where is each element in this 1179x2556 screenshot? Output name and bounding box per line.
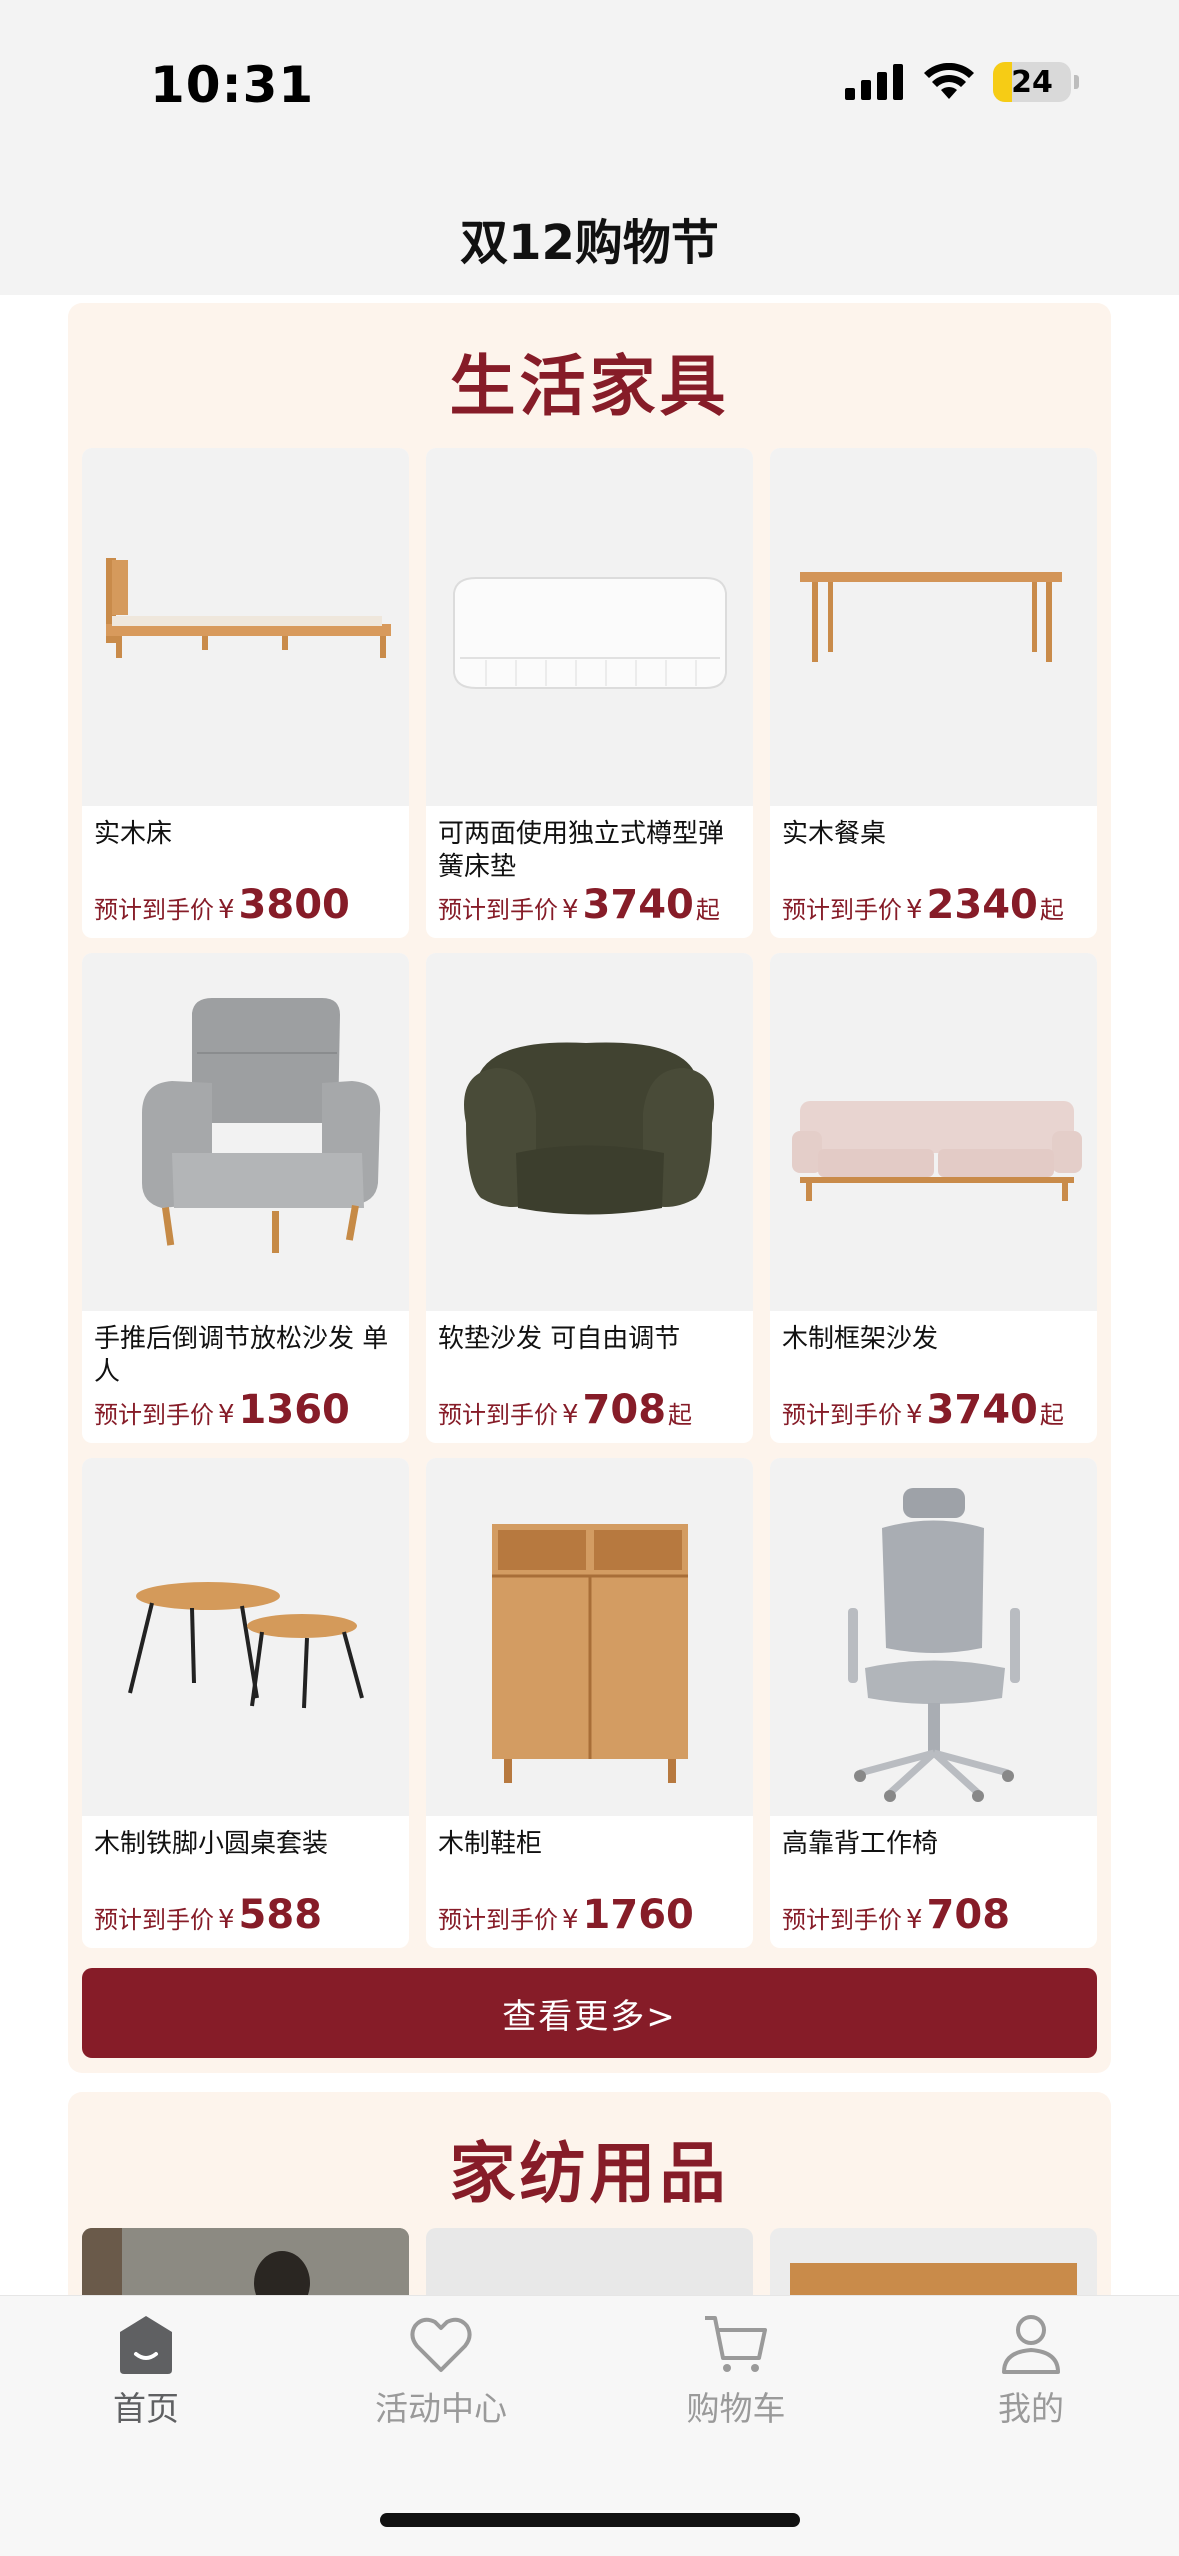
product-card[interactable]: 木制框架沙发 预计到手价 ¥ 3740 起 — [770, 953, 1097, 1443]
product-price: 预计到手价 ¥ 3740 起 — [782, 1387, 1064, 1433]
product-thumbnail[interactable] — [82, 2228, 409, 2295]
section-title: 家纺用品 — [449, 2135, 730, 2212]
product-name: 实木床 — [94, 819, 173, 849]
product-name: 手推后倒调节放松沙发 单人 — [94, 1324, 389, 1387]
product-name: 木制框架沙发 — [782, 1324, 939, 1354]
product-card[interactable]: 木制鞋柜 预计到手价 ¥ 1760 — [426, 1458, 753, 1948]
status-bar: 10:31 24 — [0, 0, 1179, 175]
tab-label: 购物车 — [686, 2389, 786, 2428]
round-tables-image — [82, 1458, 409, 1816]
section-home-textiles: 家纺用品 — [68, 2092, 1111, 2295]
product-card[interactable]: 木制铁脚小圆桌套装 预计到手价 ¥ 588 — [82, 1458, 409, 1948]
battery-tip — [1074, 75, 1079, 89]
wooden-bed-image — [82, 448, 409, 806]
view-more-button[interactable]: 查看更多> — [82, 1968, 1097, 2058]
mattress-image — [426, 448, 753, 806]
product-price: 预计到手价 ¥ 3740 起 — [438, 882, 720, 928]
tab-activity-center[interactable]: 活动中心 — [341, 2314, 541, 2430]
product-price: 预计到手价 ¥ 588 — [94, 1892, 323, 1938]
battery-icon: 24 — [993, 62, 1071, 102]
user-icon — [1002, 2315, 1060, 2374]
dining-table-image — [770, 448, 1097, 806]
product-card[interactable]: 实木餐桌 预计到手价 ¥ 2340 起 — [770, 448, 1097, 938]
product-price: 预计到手价 ¥ 1360 — [94, 1387, 350, 1433]
heart-icon — [410, 2317, 472, 2372]
product-name: 木制铁脚小圆桌套装 — [94, 1829, 329, 1859]
status-icons: 24 — [845, 62, 1079, 102]
wifi-icon — [924, 63, 974, 99]
product-name: 可两面使用独立式樽型弹簧床垫 — [438, 819, 725, 882]
product-name: 实木餐桌 — [782, 819, 887, 849]
product-name: 木制鞋柜 — [438, 1829, 543, 1859]
product-card[interactable]: 高靠背工作椅 预计到手价 ¥ 708 — [770, 1458, 1097, 1948]
product-price: 预计到手价 ¥ 1760 — [438, 1892, 694, 1938]
product-name: 软垫沙发 可自由调节 — [438, 1324, 681, 1354]
product-thumbnail[interactable] — [426, 2228, 753, 2295]
section-title: 生活家具 — [449, 348, 730, 425]
signal-icon — [845, 64, 903, 100]
content-scroll[interactable]: 生活家具 实木床 预计到手价 ¥ 3800 可两面使用独立式樽型弹簧床垫 预计到… — [0, 295, 1179, 2295]
recliner-chair-image — [82, 953, 409, 1311]
nav-bar: 双12购物节 — [0, 175, 1179, 295]
product-price: 预计到手价 ¥ 708 起 — [438, 1387, 693, 1433]
battery-level: 24 — [1011, 64, 1053, 100]
product-price: 预计到手价 ¥ 2340 起 — [782, 882, 1064, 928]
product-price: 预计到手价 ¥ 708 — [782, 1892, 1011, 1938]
product-card[interactable]: 手推后倒调节放松沙发 单人 预计到手价 ¥ 1360 — [82, 953, 409, 1443]
product-price: 预计到手价 ¥ 3800 — [94, 882, 350, 928]
tab-home[interactable]: 首页 — [46, 2314, 246, 2430]
tab-label: 我的 — [998, 2389, 1064, 2428]
soft-sofa-image — [426, 953, 753, 1311]
shoe-cabinet-image — [426, 1458, 753, 1816]
cart-icon — [705, 2316, 767, 2372]
office-chair-image — [770, 1458, 1097, 1816]
product-name: 高靠背工作椅 — [782, 1829, 939, 1859]
section-furniture: 生活家具 实木床 预计到手价 ¥ 3800 可两面使用独立式樽型弹簧床垫 预计到… — [68, 303, 1111, 2073]
product-card[interactable]: 实木床 预计到手价 ¥ 3800 — [82, 448, 409, 938]
product-card[interactable]: 软垫沙发 可自由调节 预计到手价 ¥ 708 起 — [426, 953, 753, 1443]
home-icon — [120, 2316, 172, 2374]
tab-label: 活动中心 — [375, 2389, 507, 2428]
wood-frame-sofa-image — [770, 953, 1097, 1311]
status-time: 10:31 — [150, 56, 315, 114]
product-card[interactable]: 可两面使用独立式樽型弹簧床垫 预计到手价 ¥ 3740 起 — [426, 448, 753, 938]
tab-label: 首页 — [113, 2389, 179, 2428]
home-indicator — [380, 2513, 800, 2527]
page-title: 双12购物节 — [460, 215, 719, 271]
product-thumbnail[interactable] — [770, 2228, 1097, 2295]
tab-cart[interactable]: 购物车 — [636, 2314, 836, 2430]
tab-mine[interactable]: 我的 — [931, 2314, 1131, 2430]
